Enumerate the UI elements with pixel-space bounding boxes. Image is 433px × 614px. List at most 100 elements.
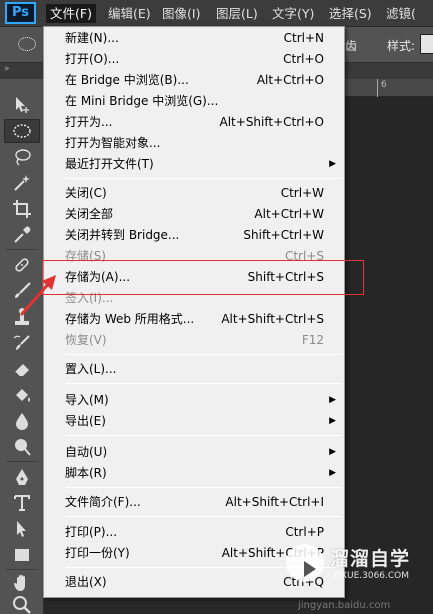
menu-separator — [65, 516, 342, 517]
menu-item-shortcut: Alt+Shift+Ctrl+I — [225, 495, 324, 509]
magic-wand-tool-icon[interactable] — [4, 171, 40, 195]
menu-item-automate[interactable]: 自动(U) ▶ — [44, 442, 344, 463]
menu-separator — [65, 487, 342, 488]
menu-select[interactable]: 选择(S) — [325, 4, 376, 23]
menu-type[interactable]: 文字(Y) — [268, 4, 318, 23]
toolbar-divider — [6, 461, 38, 462]
type-tool-icon[interactable] — [4, 491, 40, 515]
menu-item-open-as[interactable]: 打开为... Alt+Shift+Ctrl+O — [44, 112, 344, 133]
menu-bar: Ps 文件(F) 编辑(E) 图像(I) 图层(L) 文字(Y) 选择(S) 滤… — [0, 0, 433, 27]
style-label: 样式: — [387, 39, 416, 53]
style-dropdown[interactable] — [420, 34, 433, 54]
tools-panel — [0, 79, 44, 614]
horizontal-ruler: 6 — [345, 79, 433, 97]
menu-item-label: 置入(L)... — [65, 362, 117, 376]
elliptical-marquee-icon[interactable] — [18, 37, 36, 51]
menu-separator — [65, 178, 342, 179]
menu-layer[interactable]: 图层(L) — [212, 4, 262, 23]
hand-tool-icon[interactable] — [4, 571, 40, 595]
menu-item-label: 打开为智能对象... — [65, 136, 161, 150]
watermark-title: 溜溜自学 — [330, 548, 411, 570]
submenu-arrow-icon: ▶ — [329, 395, 336, 405]
menu-item-import[interactable]: 导入(M) ▶ — [44, 390, 344, 411]
menu-item-label: 导出(E) — [65, 414, 106, 428]
menu-item-shortcut: Ctrl+W — [280, 186, 324, 200]
toolbar-divider — [6, 249, 38, 250]
menu-filter[interactable]: 滤镜( — [382, 4, 420, 23]
menu-item-label: 最近打开文件(T) — [65, 157, 154, 171]
red-arrow-annotation-icon — [20, 275, 56, 316]
zoom-tool-icon[interactable] — [4, 593, 40, 614]
menu-item-shortcut: Alt+Shift+Ctrl+S — [221, 312, 324, 326]
menu-separator — [65, 435, 342, 436]
menu-item-open-as-smart-object[interactable]: 打开为智能对象... — [44, 133, 344, 154]
menu-item-shortcut: Alt+Ctrl+W — [254, 207, 324, 221]
elliptical-marquee-tool-icon[interactable] — [4, 119, 40, 143]
menu-item-shortcut: Alt+Shift+Ctrl+O — [219, 115, 324, 129]
eraser-tool-icon[interactable] — [4, 357, 40, 381]
menu-item-close-all[interactable]: 关闭全部 Alt+Ctrl+W — [44, 204, 344, 225]
submenu-arrow-icon: ▶ — [329, 447, 336, 457]
menu-item-label: 自动(U) — [65, 445, 108, 459]
path-selection-tool-icon[interactable] — [4, 517, 40, 541]
menu-item-label: 退出(X) — [65, 575, 107, 589]
menu-separator — [65, 354, 342, 355]
menu-item-shortcut: Shift+Ctrl+W — [243, 228, 324, 242]
menu-item-label: 关闭并转到 Bridge... — [65, 228, 180, 242]
menu-item-close[interactable]: 关闭(C) Ctrl+W — [44, 183, 344, 204]
menu-item-new[interactable]: 新建(N)... Ctrl+N — [44, 28, 344, 49]
menu-item-open[interactable]: 打开(O)... Ctrl+O — [44, 49, 344, 70]
eyedropper-tool-icon[interactable] — [4, 223, 40, 247]
menu-item-label: 打开(O)... — [65, 52, 120, 66]
menu-item-label: 存储为 Web 所用格式... — [65, 312, 195, 326]
collapse-icon[interactable]: » — [4, 64, 10, 74]
canvas-area[interactable] — [345, 97, 433, 614]
rectangle-tool-icon[interactable] — [4, 543, 40, 567]
menu-item-open-recent[interactable]: 最近打开文件(T) ▶ — [44, 154, 344, 175]
menu-edit[interactable]: 编辑(E) — [104, 4, 155, 23]
watermark-url: ZIXUE.3066.COM — [332, 571, 410, 581]
menu-item-browse-in-mini-bridge[interactable]: 在 Mini Bridge 中浏览(G)... — [44, 91, 344, 112]
crop-tool-icon[interactable] — [4, 197, 40, 221]
dodge-tool-icon[interactable] — [4, 435, 40, 459]
menu-separator — [65, 383, 342, 384]
paint-bucket-tool-icon[interactable] — [4, 383, 40, 407]
toolbar-divider — [6, 569, 38, 570]
menu-item-shortcut: Ctrl+N — [283, 31, 324, 45]
menu-image[interactable]: 图像(I) — [158, 4, 204, 23]
menu-item-close-and-go-to-bridge[interactable]: 关闭并转到 Bridge... Shift+Ctrl+W — [44, 225, 344, 246]
menu-item-label: 导入(M) — [65, 393, 109, 407]
menu-item-revert: 恢复(V) F12 — [44, 330, 344, 351]
menu-item-label: 在 Bridge 中浏览(B)... — [65, 73, 189, 87]
menu-item-shortcut: F12 — [301, 333, 324, 347]
menu-item-label: 关闭(C) — [65, 186, 107, 200]
pen-tool-icon[interactable] — [4, 465, 40, 489]
submenu-arrow-icon: ▶ — [329, 159, 336, 169]
submenu-arrow-icon: ▶ — [329, 416, 336, 426]
menu-item-shortcut: Ctrl+O — [283, 52, 324, 66]
menu-item-scripts[interactable]: 脚本(R) ▶ — [44, 463, 344, 484]
blur-tool-icon[interactable] — [4, 409, 40, 433]
lasso-tool-icon[interactable] — [4, 145, 40, 169]
ruler-tick — [377, 79, 378, 97]
menu-item-label: 脚本(R) — [65, 466, 107, 480]
menu-item-label: 恢复(V) — [65, 333, 107, 347]
watermark-bottom-text: jingyan.baidu.com — [298, 600, 391, 611]
photoshop-logo: Ps — [5, 2, 36, 24]
watermark-logo-icon — [286, 544, 324, 582]
menu-item-label: 关闭全部 — [65, 207, 114, 221]
menu-item-save-for-web[interactable]: 存储为 Web 所用格式... Alt+Shift+Ctrl+S — [44, 309, 344, 330]
file-menu-dropdown: 新建(N)... Ctrl+N 打开(O)... Ctrl+O 在 Bridge… — [43, 26, 345, 598]
history-brush-tool-icon[interactable] — [4, 331, 40, 355]
menu-item-label: 文件简介(F)... — [65, 495, 141, 509]
menu-item-file-info[interactable]: 文件简介(F)... Alt+Shift+Ctrl+I — [44, 492, 344, 513]
menu-item-label: 打印(P)... — [65, 525, 118, 539]
menu-file[interactable]: 文件(F) — [46, 4, 96, 23]
menu-item-browse-in-bridge[interactable]: 在 Bridge 中浏览(B)... Alt+Ctrl+O — [44, 70, 344, 91]
move-tool-icon[interactable] — [4, 93, 40, 117]
menu-item-label: 打开为... — [65, 115, 113, 129]
menu-item-export[interactable]: 导出(E) ▶ — [44, 411, 344, 432]
submenu-arrow-icon: ▶ — [329, 468, 336, 478]
menu-item-place[interactable]: 置入(L)... — [44, 359, 344, 380]
menu-item-label: 打印一份(Y) — [65, 546, 130, 560]
